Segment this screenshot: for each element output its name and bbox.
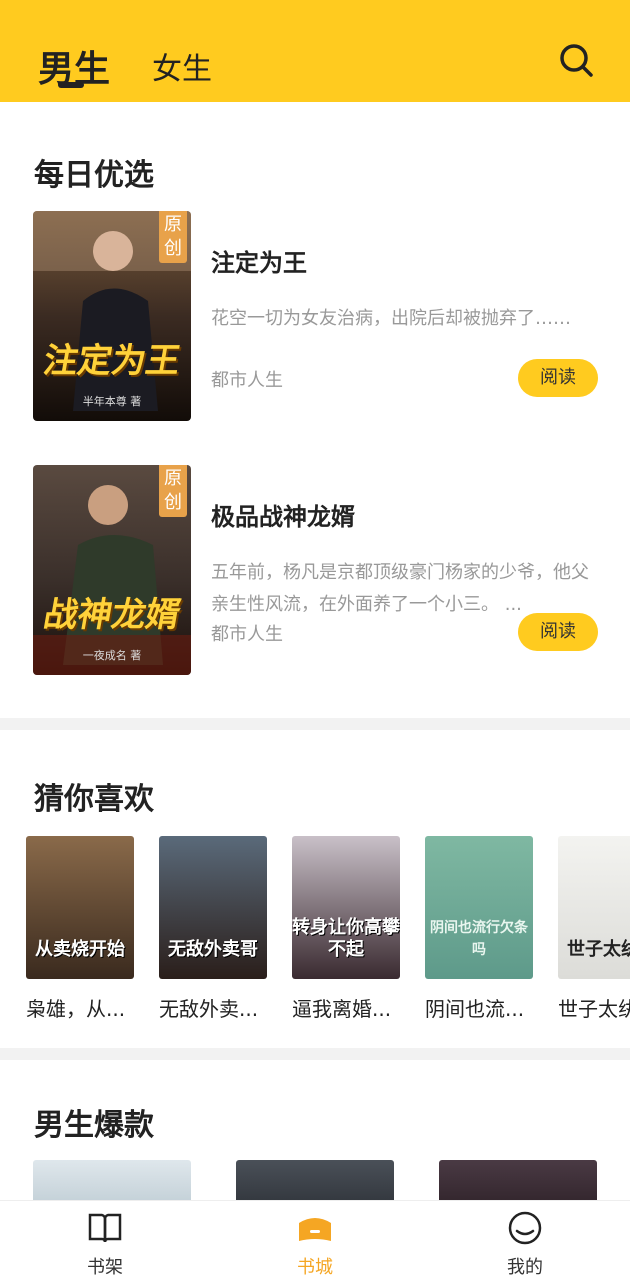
book-category: 都市人生 — [211, 624, 283, 645]
book-cover[interactable] — [33, 1160, 191, 1200]
book-cover[interactable]: 从卖烧开始 — [26, 836, 134, 979]
nav-profile[interactable]: 我的 — [475, 1211, 575, 1279]
guess-section-title: 猜你喜欢 — [34, 782, 154, 817]
bottom-navigation: 书架 书城 我的 — [0, 1200, 630, 1281]
list-item[interactable]: 阴间也流行欠条吗 阴间也流... — [425, 836, 533, 1022]
guess-list[interactable]: 从卖烧开始 枭雄，从... 无敌外卖哥 无敌外卖... 转身让你高攀不起 逼我离… — [0, 836, 630, 1036]
cover-author-text: 半年本尊 著 — [82, 395, 142, 408]
list-item[interactable]: 转身让你高攀不起 逼我离婚... — [292, 836, 400, 1022]
store-icon — [299, 1218, 331, 1241]
hot-section-title: 男生爆款 — [34, 1108, 154, 1143]
cover-title-text: 阴间也流行欠条吗 — [430, 920, 528, 958]
cover-title-text: 无敌外卖哥 — [168, 939, 258, 960]
book-cover[interactable] — [439, 1160, 597, 1200]
cover-title-text: 从卖烧开始 — [35, 939, 125, 960]
nav-bookshelf[interactable]: 书架 — [55, 1211, 155, 1279]
book-icon — [88, 1213, 122, 1243]
book-category: 都市人生 — [211, 370, 283, 391]
cover-author-text: 一夜成名 著 — [82, 649, 142, 662]
book-cover[interactable]: 无敌外卖哥 — [159, 836, 267, 979]
hot-list[interactable] — [0, 1160, 630, 1200]
book-title[interactable]: 无敌外卖... — [159, 993, 267, 1022]
book-title[interactable]: 极品战神龙婿 — [211, 497, 355, 532]
section-divider — [0, 1048, 630, 1060]
list-item[interactable]: 世子太纨绔 世子太纨 — [558, 836, 630, 1022]
cover-title-text: 战神龙婿 — [40, 595, 184, 635]
nav-label: 我的 — [507, 1257, 543, 1278]
read-button[interactable]: 阅读 — [518, 359, 598, 397]
featured-book-2[interactable]: 原创 战神龙婿 一夜成名 著 极品战神龙婿 五年前，杨凡是京都顶级豪门杨家的少爷… — [0, 465, 630, 680]
original-badge: 原创 — [159, 211, 187, 263]
cover-title-text: 转身让你高攀不起 — [292, 917, 400, 960]
search-icon — [560, 44, 593, 77]
read-button[interactable]: 阅读 — [518, 613, 598, 651]
book-title[interactable]: 逼我离婚... — [292, 993, 400, 1022]
daily-section-title: 每日优选 — [34, 158, 154, 193]
book-title[interactable]: 注定为王 — [211, 243, 307, 278]
nav-label: 书城 — [297, 1257, 333, 1278]
book-description: 五年前，杨凡是京都顶级豪门杨家的少爷，他父亲生性风流，在外面养了一个小三。 ..… — [211, 562, 589, 615]
cover-title-text: 注定为王 — [40, 341, 184, 381]
tab-female[interactable]: 女生 — [152, 44, 212, 88]
book-cover[interactable]: 原创 战神龙婿 一夜成名 著 — [33, 465, 191, 675]
book-cover[interactable]: 世子太纨绔 — [558, 836, 630, 979]
book-cover[interactable] — [236, 1160, 394, 1200]
original-badge: 原创 — [159, 465, 187, 517]
featured-book-1[interactable]: 原创 注定为王 半年本尊 著 注定为王 花空一切为女友治病，出院后却被抛弃了……… — [0, 211, 630, 426]
top-header: 男生 女生 — [0, 0, 630, 102]
book-description: 花空一切为女友治病，出院后却被抛弃了…… — [211, 308, 571, 329]
nav-store[interactable]: 书城 — [265, 1211, 365, 1279]
list-item[interactable]: 无敌外卖哥 无敌外卖... — [159, 836, 267, 1022]
book-title[interactable]: 阴间也流... — [425, 993, 533, 1022]
section-divider — [0, 718, 630, 730]
book-title[interactable]: 世子太纨 — [558, 993, 630, 1022]
book-cover[interactable]: 阴间也流行欠条吗 — [425, 836, 533, 979]
list-item[interactable]: 从卖烧开始 枭雄，从... — [26, 836, 134, 1022]
book-cover[interactable]: 转身让你高攀不起 — [292, 836, 400, 979]
nav-label: 书架 — [87, 1257, 123, 1278]
active-tab-indicator — [58, 82, 84, 88]
search-button[interactable] — [556, 40, 596, 80]
book-cover[interactable]: 原创 注定为王 半年本尊 著 — [33, 211, 191, 421]
cover-title-text: 世子太纨绔 — [567, 939, 630, 960]
book-title[interactable]: 枭雄，从... — [26, 993, 134, 1022]
profile-icon — [508, 1211, 542, 1245]
